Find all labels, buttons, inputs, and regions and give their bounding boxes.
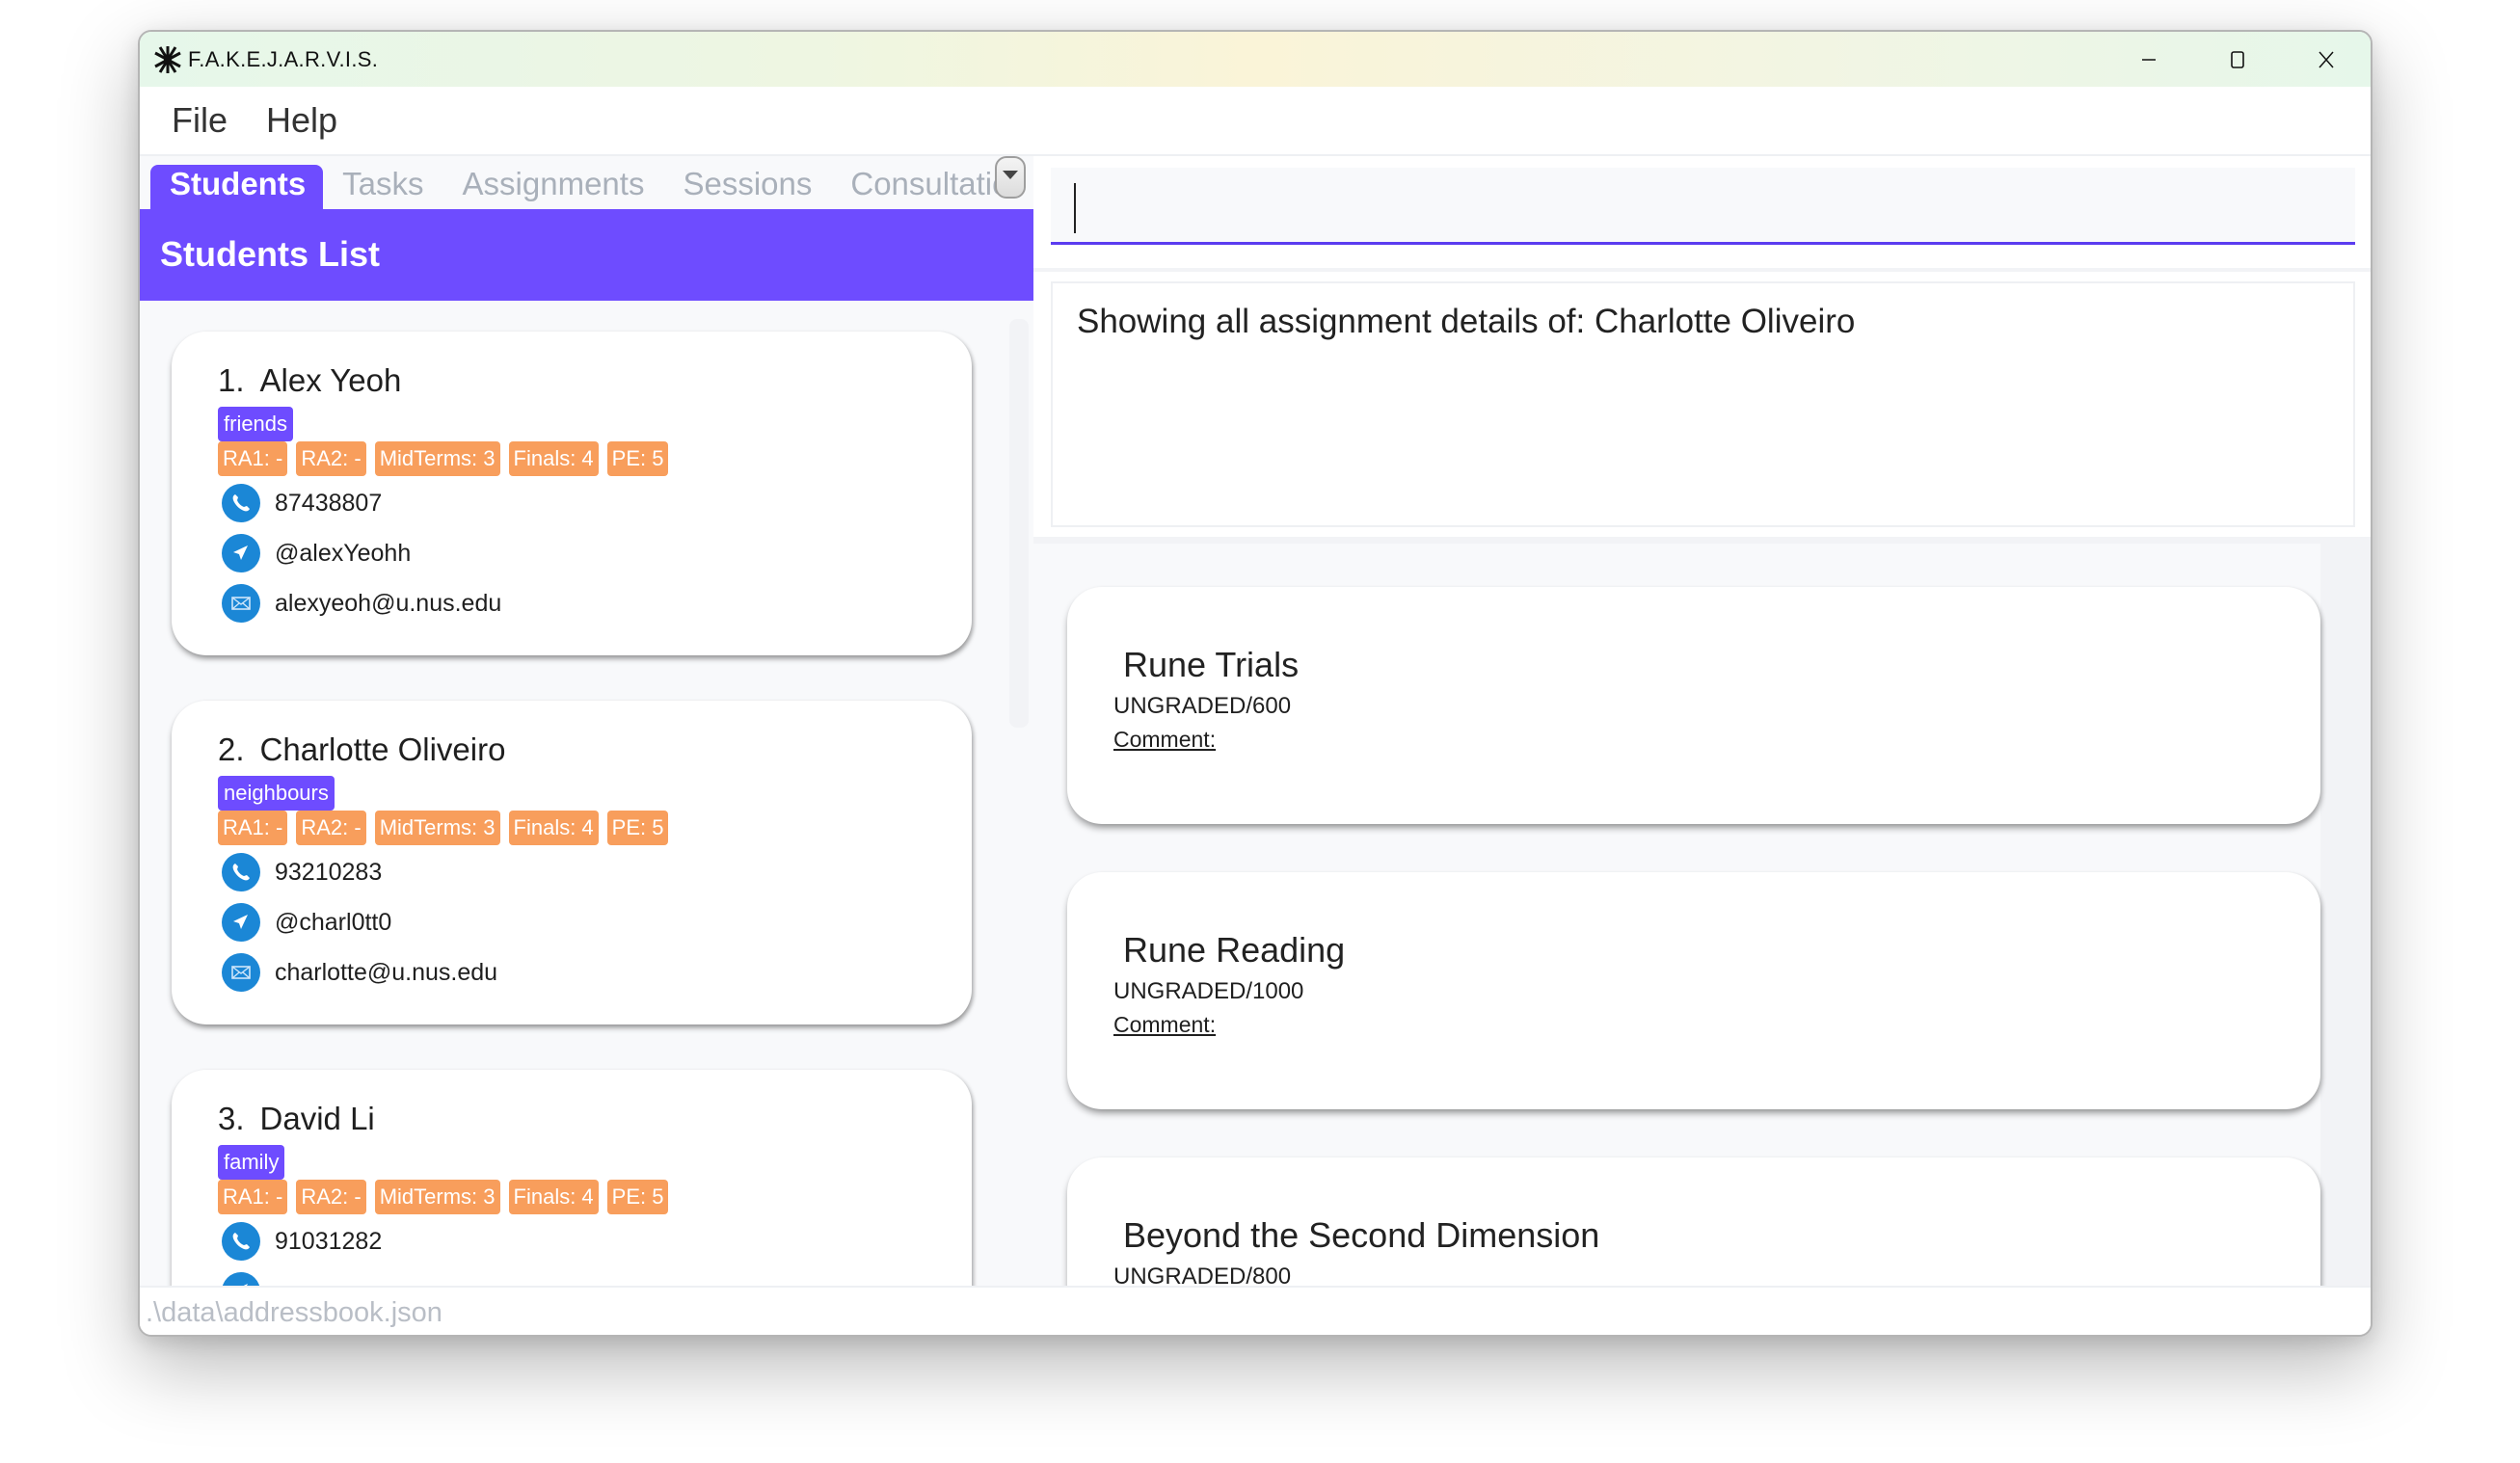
student-name: Charlotte Oliveiro xyxy=(259,732,506,767)
menu-bar: File Help xyxy=(140,87,2371,156)
email-address: alexyeoh@u.nus.edu xyxy=(275,589,502,617)
phone-number: 93210283 xyxy=(275,858,383,886)
tab-assignments[interactable]: Assignments xyxy=(443,165,664,209)
assignment-comment: Comment: xyxy=(1113,1012,1217,1037)
student-name: David Li xyxy=(259,1101,375,1136)
assignment-list[interactable]: Rune Trials UNGRADED/600 Comment: Rune R… xyxy=(1033,544,2371,1286)
assignment-grade: UNGRADED/600 xyxy=(1113,693,1292,719)
app-logo-icon xyxy=(151,43,184,76)
grade-badge-midterms: MidTerms: 3 xyxy=(374,441,500,476)
grade-badges: RA1: - RA2: - MidTerms: 3 Finals: 4 PE: … xyxy=(218,441,677,476)
student-name: Alex Yeoh xyxy=(259,362,402,398)
student-card[interactable]: 3. David Li family RA1: - RA2: - MidTerms… xyxy=(172,1070,972,1286)
telegram-icon xyxy=(222,534,260,572)
phone-icon xyxy=(222,853,260,891)
window-title: F.A.K.E.J.A.R.V.I.S. xyxy=(188,46,379,71)
grade-badge-finals: Finals: 4 xyxy=(508,811,599,845)
maximize-button[interactable] xyxy=(2193,32,2282,87)
assignment-grade: UNGRADED/800 xyxy=(1113,1264,1292,1286)
minimize-button[interactable] xyxy=(2104,32,2193,87)
contact-telegram xyxy=(222,1270,260,1286)
contact-email: alexyeoh@u.nus.edu xyxy=(222,582,501,625)
command-input[interactable] xyxy=(1051,168,2355,245)
students-list-title: Students List xyxy=(160,234,381,274)
email-icon xyxy=(222,584,260,623)
contact-phone: 87438807 xyxy=(222,482,382,524)
tab-bar: Students Tasks Assignments Sessions Cons… xyxy=(140,156,1033,209)
assignment-card[interactable]: Rune Trials UNGRADED/600 Comment: xyxy=(1067,587,2320,824)
student-index: 1. xyxy=(218,362,245,398)
student-tag: family xyxy=(218,1145,285,1180)
grade-badge-ra1: RA1: - xyxy=(218,1180,288,1214)
grade-badge-pe: PE: 5 xyxy=(606,811,669,845)
title-bar[interactable]: F.A.K.E.J.A.R.V.I.S. xyxy=(140,32,2371,87)
grade-badges: RA1: - RA2: - MidTerms: 3 Finals: 4 PE: … xyxy=(218,1180,677,1214)
grade-badge-midterms: MidTerms: 3 xyxy=(374,811,500,845)
student-list-scrollbar[interactable] xyxy=(1009,319,1029,728)
chevron-down-icon xyxy=(1003,170,1018,179)
assignment-list-scrollbar[interactable] xyxy=(2339,553,2358,606)
contact-telegram: @charl0tt0 xyxy=(222,901,391,944)
telegram-icon xyxy=(222,903,260,942)
result-message: Showing all assignment details of: Charl… xyxy=(1077,303,1856,340)
tab-consultations[interactable]: Consultation xyxy=(831,165,1012,209)
grade-badge-ra2: RA2: - xyxy=(296,1180,366,1214)
tab-sessions[interactable]: Sessions xyxy=(663,165,831,209)
phone-number: 91031282 xyxy=(275,1227,383,1255)
tab-overflow-button[interactable] xyxy=(995,156,1026,199)
app-window: F.A.K.E.J.A.R.V.I.S. File Help Students … xyxy=(138,30,2373,1337)
students-list-header: Students List xyxy=(140,209,1033,301)
contact-phone: 93210283 xyxy=(222,851,382,893)
menu-file[interactable]: File xyxy=(172,100,228,141)
grade-badge-pe: PE: 5 xyxy=(606,441,669,476)
grade-badge-ra1: RA1: - xyxy=(218,441,288,476)
assignment-title: Rune Reading xyxy=(1123,930,1346,970)
student-tag: friends xyxy=(218,407,294,441)
contact-email: charlotte@u.nus.edu xyxy=(222,951,497,994)
assignment-title: Rune Trials xyxy=(1123,645,1300,684)
grade-badge-finals: Finals: 4 xyxy=(508,1180,599,1214)
assignment-card[interactable]: Rune Reading UNGRADED/1000 Comment: xyxy=(1067,872,2320,1109)
student-index: 2. xyxy=(218,732,245,767)
menu-help[interactable]: Help xyxy=(266,100,337,141)
phone-number: 87438807 xyxy=(275,489,383,517)
minimize-icon xyxy=(2142,58,2156,61)
close-button[interactable] xyxy=(2282,32,2371,87)
student-tag: neighbours xyxy=(218,776,335,811)
assignment-grade: UNGRADED/1000 xyxy=(1113,978,1304,1004)
assignment-title: Beyond the Second Dimension xyxy=(1123,1215,1600,1255)
student-card[interactable]: 1. Alex Yeoh friends RA1: - RA2: - MidTer… xyxy=(172,332,972,655)
contact-telegram: @alexYeohh xyxy=(222,532,411,574)
grade-badge-midterms: MidTerms: 3 xyxy=(374,1180,500,1214)
assignment-card[interactable]: Beyond the Second Dimension UNGRADED/800… xyxy=(1067,1157,2320,1286)
status-bar: .\data\addressbook.json xyxy=(140,1286,2371,1335)
result-display: Showing all assignment details of: Charl… xyxy=(1051,281,2355,527)
close-icon xyxy=(2319,51,2334,67)
grade-badge-finals: Finals: 4 xyxy=(508,441,599,476)
contact-phone: 91031282 xyxy=(222,1220,382,1263)
grade-badge-ra2: RA2: - xyxy=(296,811,366,845)
student-card[interactable]: 2. Charlotte Oliveiro neighbours RA1: - R… xyxy=(172,701,972,1024)
maximize-icon xyxy=(2231,50,2244,68)
email-icon xyxy=(222,953,260,992)
tab-tasks[interactable]: Tasks xyxy=(323,165,442,209)
text-caret xyxy=(1074,183,1076,233)
grade-badge-pe: PE: 5 xyxy=(606,1180,669,1214)
details-panel: Showing all assignment details of: Charl… xyxy=(1033,156,2371,1286)
email-address: charlotte@u.nus.edu xyxy=(275,958,498,986)
assignment-comment: Comment: xyxy=(1113,727,1217,752)
telegram-icon xyxy=(222,1272,260,1286)
phone-icon xyxy=(222,484,260,522)
grade-badge-ra2: RA2: - xyxy=(296,441,366,476)
student-list[interactable]: 1. Alex Yeoh friends RA1: - RA2: - MidTer… xyxy=(140,301,1033,1286)
grade-badges: RA1: - RA2: - MidTerms: 3 Finals: 4 PE: … xyxy=(218,811,677,845)
phone-icon xyxy=(222,1222,260,1261)
data-file-path: .\data\addressbook.json xyxy=(146,1297,442,1328)
tab-students[interactable]: Students xyxy=(150,165,324,209)
telegram-handle: @alexYeohh xyxy=(275,539,412,567)
student-index: 3. xyxy=(218,1101,245,1136)
grade-badge-ra1: RA1: - xyxy=(218,811,288,845)
telegram-handle: @charl0tt0 xyxy=(275,908,392,936)
students-panel: Students Tasks Assignments Sessions Cons… xyxy=(140,156,1033,1286)
